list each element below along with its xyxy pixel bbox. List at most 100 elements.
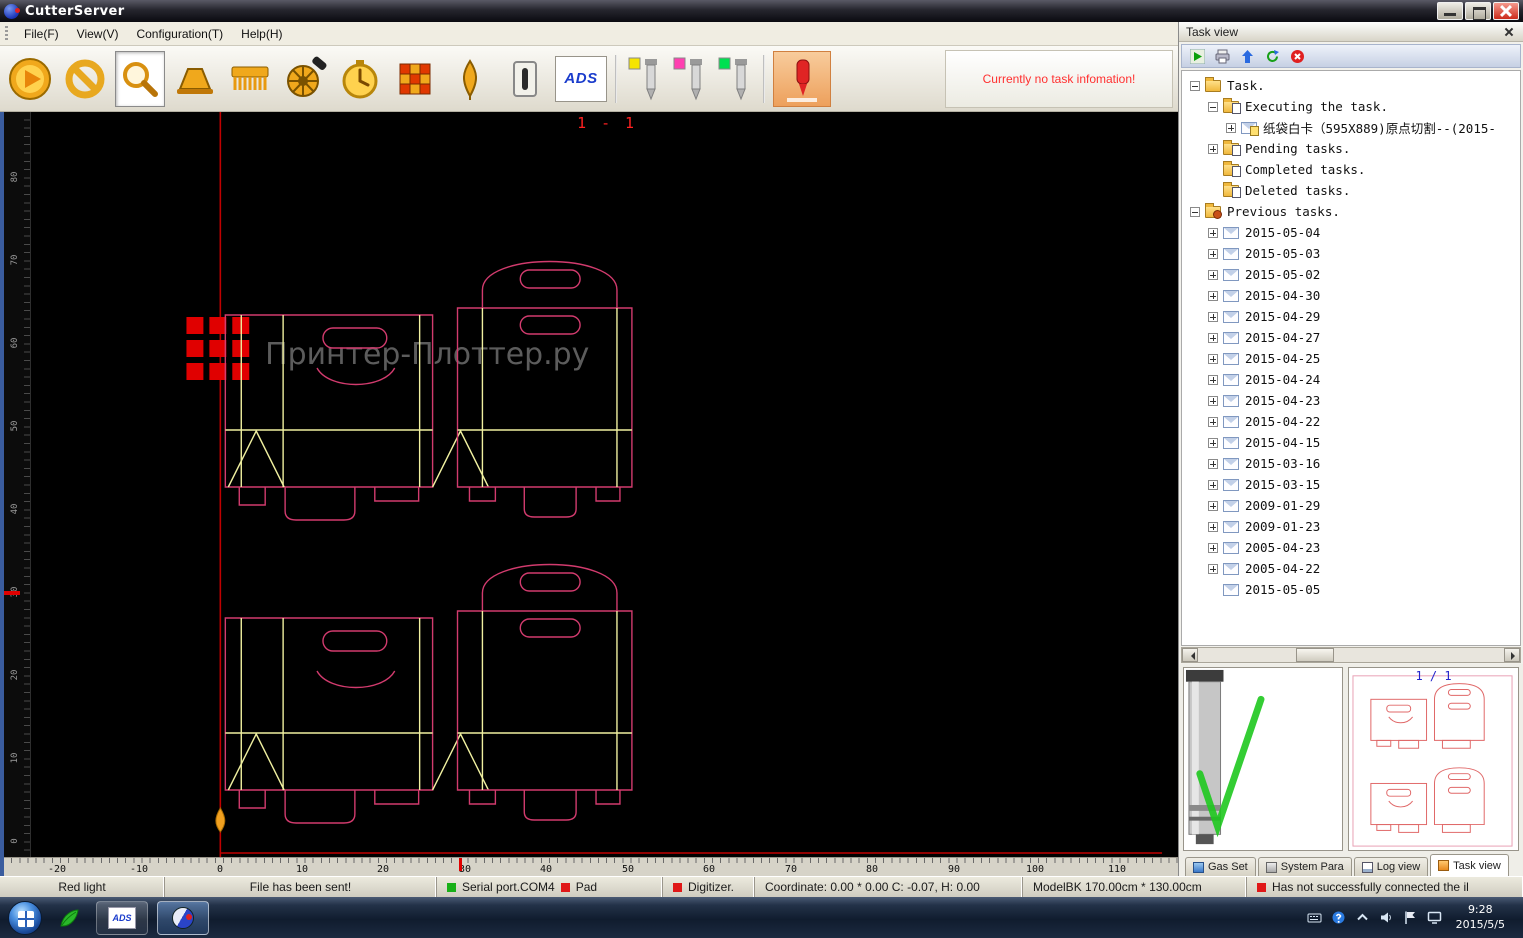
expand-toggle-icon[interactable]: [1208, 396, 1218, 406]
expand-toggle-icon[interactable]: [1208, 144, 1218, 154]
keyboard-icon[interactable]: [1307, 910, 1322, 925]
scroll-left-arrow-icon[interactable]: [1182, 648, 1198, 662]
tab-task-view[interactable]: Task view: [1430, 854, 1509, 876]
volume-icon[interactable]: [1379, 910, 1394, 925]
expand-toggle-icon[interactable]: [1208, 501, 1218, 511]
expand-toggle-icon[interactable]: [1208, 333, 1218, 343]
expand-toggle-icon[interactable]: [1208, 522, 1218, 532]
restore-button[interactable]: [1465, 2, 1491, 20]
expand-toggle-icon[interactable]: [1208, 249, 1218, 259]
scrollbar-thumb[interactable]: [1296, 648, 1334, 662]
plumb-button[interactable]: [445, 51, 495, 107]
expand-toggle-icon[interactable]: [1208, 564, 1218, 574]
scrollbar-track[interactable]: [1198, 648, 1504, 662]
tree-item-date[interactable]: 2015-05-05: [1182, 579, 1520, 600]
expand-toggle-icon[interactable]: [1208, 270, 1218, 280]
tree-item-pending[interactable]: Pending tasks.: [1182, 138, 1520, 159]
cutting-canvas[interactable]: 1 - 1 Принтер-Плоттер.ру: [31, 112, 1178, 857]
diecut-pattern-row-1[interactable]: [225, 262, 632, 521]
panel-close-icon[interactable]: [1501, 24, 1516, 39]
tree-item-date[interactable]: 2015-03-16: [1182, 453, 1520, 474]
expand-toggle-icon[interactable]: [1208, 438, 1218, 448]
tab-gas-set[interactable]: Gas Set: [1185, 857, 1256, 876]
tool-pen-yellow-button[interactable]: [625, 51, 665, 107]
start-orb-button[interactable]: [8, 901, 42, 935]
tool-pen-green-button[interactable]: [715, 51, 755, 107]
print-icon[interactable]: [1215, 49, 1230, 64]
tree-scrollbar-horizontal[interactable]: [1181, 647, 1521, 663]
lamp-button[interactable]: [170, 51, 220, 107]
expand-toggle-icon[interactable]: [1208, 480, 1218, 490]
tab-log-view[interactable]: Log view: [1354, 857, 1428, 876]
tree-item-date[interactable]: 2015-04-29: [1182, 306, 1520, 327]
tree-item-date[interactable]: 2005-04-23: [1182, 537, 1520, 558]
tree-item-executing[interactable]: Executing the task.: [1182, 96, 1520, 117]
action-center-flag-icon[interactable]: [1403, 910, 1418, 925]
start-button[interactable]: [5, 51, 55, 107]
expand-toggle-icon[interactable]: [1208, 312, 1218, 322]
zoom-button[interactable]: [115, 51, 165, 107]
delete-task-icon[interactable]: [1290, 49, 1305, 64]
tree-item-deleted[interactable]: Deleted tasks.: [1182, 180, 1520, 201]
taskbar-cutterserver-app-button[interactable]: [157, 901, 209, 935]
tool-pen-magenta-button[interactable]: [670, 51, 710, 107]
run-task-icon[interactable]: [1190, 49, 1205, 64]
wheel-button[interactable]: [280, 51, 330, 107]
menu-configuration[interactable]: Configuration(T): [127, 23, 232, 45]
tree-item-task-root[interactable]: Task.: [1182, 75, 1520, 96]
tree-item-date[interactable]: 2015-05-02: [1182, 264, 1520, 285]
expand-toggle-icon[interactable]: [1208, 228, 1218, 238]
expand-toggle-icon[interactable]: [1208, 375, 1218, 385]
move-up-icon[interactable]: [1240, 49, 1255, 64]
tree-item-date[interactable]: 2009-01-29: [1182, 495, 1520, 516]
tree-item-date[interactable]: 2005-04-22: [1182, 558, 1520, 579]
menu-view[interactable]: View(V): [68, 23, 128, 45]
expand-toggle-icon[interactable]: [1208, 543, 1218, 553]
tree-item-date[interactable]: 2015-03-15: [1182, 474, 1520, 495]
tree-item-date[interactable]: 2015-04-24: [1182, 369, 1520, 390]
marker-station-button[interactable]: [773, 51, 831, 107]
ads-button[interactable]: ADS: [555, 56, 607, 102]
minimize-button[interactable]: [1437, 2, 1463, 20]
stop-button[interactable]: [60, 51, 110, 107]
tree-item-executing-job[interactable]: 纸袋白卡（595X889)原点切割--(2015-: [1182, 117, 1520, 138]
collapse-toggle-icon[interactable]: [1190, 207, 1200, 217]
taskbar-ads-app-button[interactable]: ADS: [96, 901, 148, 935]
expand-toggle-icon[interactable]: [1208, 354, 1218, 364]
tab-system-para[interactable]: System Para: [1258, 857, 1352, 876]
tree-item-date[interactable]: 2015-04-27: [1182, 327, 1520, 348]
menu-file[interactable]: File(F): [15, 23, 68, 45]
tree-item-date[interactable]: 2015-05-04: [1182, 222, 1520, 243]
show-hidden-icons-icon[interactable]: [1355, 910, 1370, 925]
quick-launch-green-button[interactable]: [51, 901, 87, 935]
network-icon[interactable]: [1427, 910, 1442, 925]
tree-item-date[interactable]: 2015-04-15: [1182, 432, 1520, 453]
tree-item-date[interactable]: 2015-04-25: [1182, 348, 1520, 369]
refresh-icon[interactable]: [1265, 49, 1280, 64]
switch-panel-button[interactable]: [500, 51, 550, 107]
tree-item-date[interactable]: 2015-04-23: [1182, 390, 1520, 411]
tree-item-date[interactable]: 2015-04-22: [1182, 411, 1520, 432]
tree-item-date[interactable]: 2015-05-03: [1182, 243, 1520, 264]
expand-toggle-icon[interactable]: [1208, 417, 1218, 427]
tree-item-completed[interactable]: Completed tasks.: [1182, 159, 1520, 180]
collapse-toggle-icon[interactable]: [1208, 102, 1218, 112]
grid-button[interactable]: [390, 51, 440, 107]
menu-help[interactable]: Help(H): [232, 23, 291, 45]
help-icon[interactable]: [1331, 910, 1346, 925]
collapse-toggle-icon[interactable]: [1190, 81, 1200, 91]
diecut-pattern-row-2[interactable]: [225, 565, 632, 824]
tree-item-previous[interactable]: Previous tasks.: [1182, 201, 1520, 222]
expand-toggle-icon[interactable]: [1226, 123, 1236, 133]
close-button[interactable]: [1493, 2, 1519, 20]
comb-button[interactable]: [225, 51, 275, 107]
expand-toggle-icon[interactable]: [1208, 291, 1218, 301]
timer-button[interactable]: [335, 51, 385, 107]
tree-item-date[interactable]: 2009-01-23: [1182, 516, 1520, 537]
taskbar-clock[interactable]: 9:28 2015/5/5: [1456, 903, 1505, 932]
scroll-right-arrow-icon[interactable]: [1504, 648, 1520, 662]
tree-item-date[interactable]: 2015-04-30: [1182, 285, 1520, 306]
expand-toggle-icon[interactable]: [1208, 459, 1218, 469]
title-bar[interactable]: CutterServer: [0, 0, 1523, 22]
drawing-area[interactable]: 80 70 60 50 40 30 20 10 0: [0, 112, 1178, 876]
